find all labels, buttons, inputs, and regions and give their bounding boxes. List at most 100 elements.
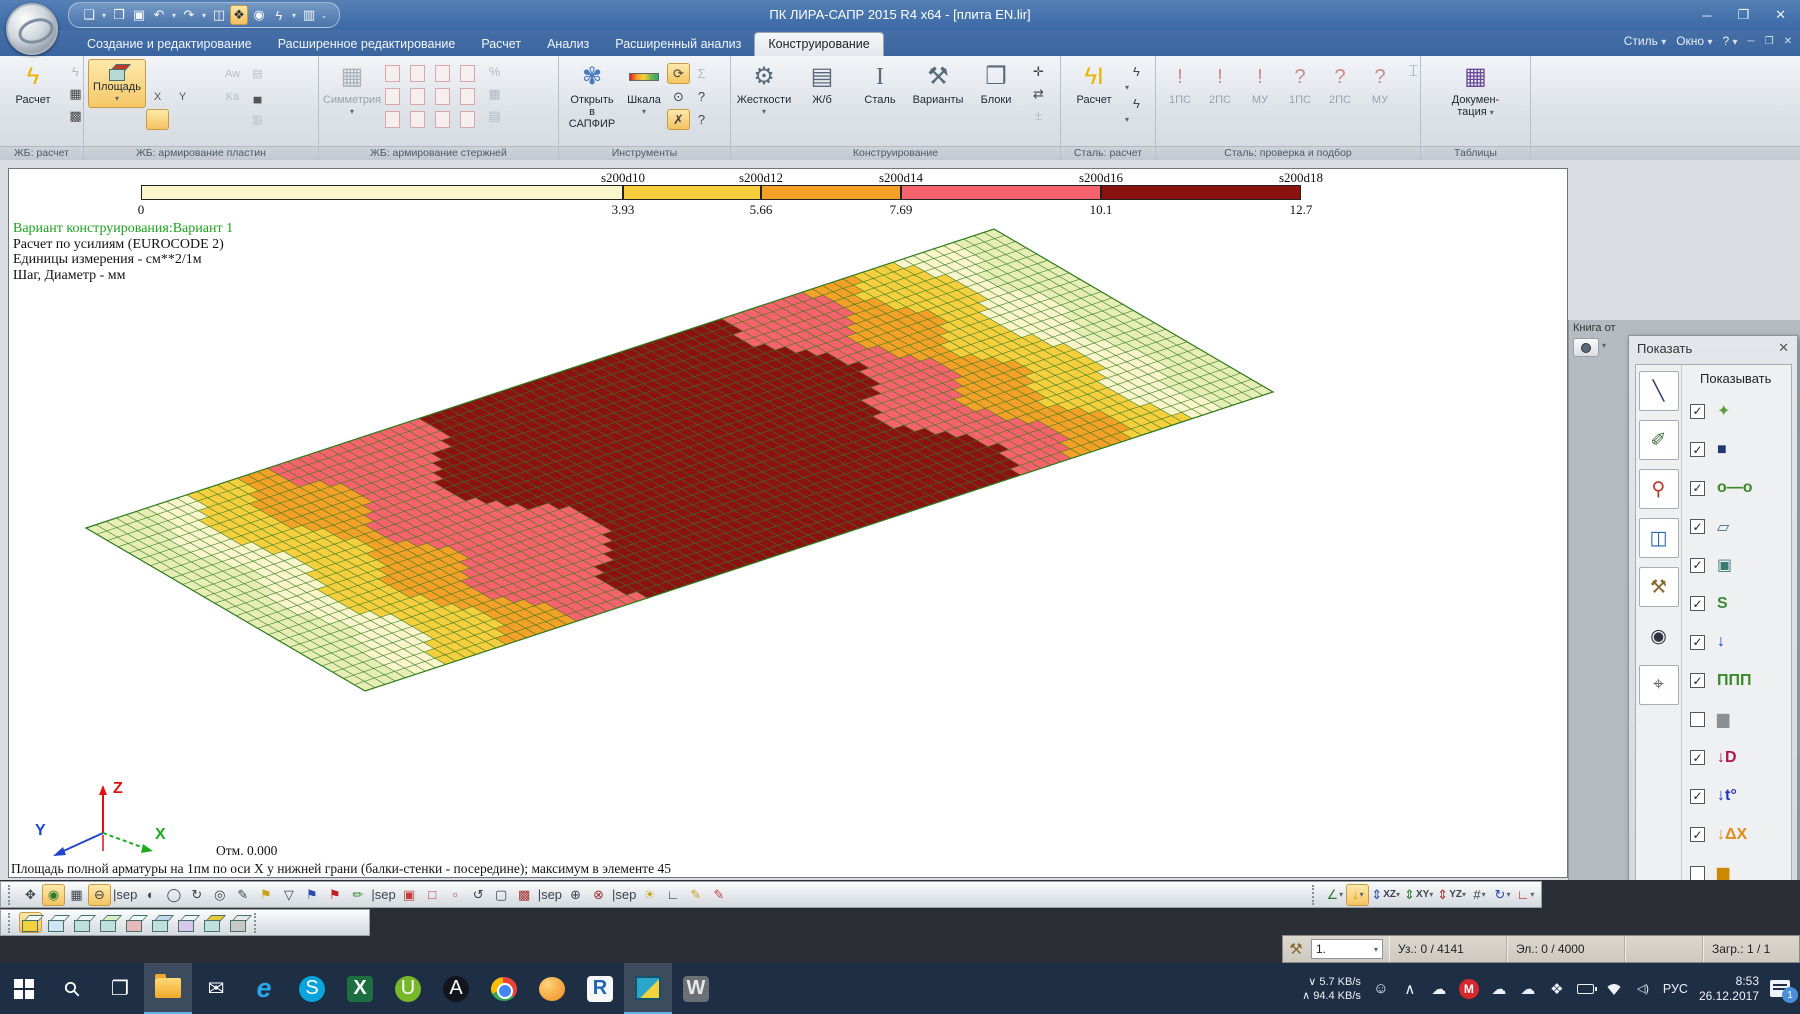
ribbon-tab[interactable]: Конструирование bbox=[754, 32, 883, 56]
filter-icon[interactable]: ▽ bbox=[277, 884, 300, 906]
polyline-view-icon[interactable]: ∠ ▾ bbox=[1323, 884, 1346, 906]
cube-frame-icon[interactable]: ▢ bbox=[490, 884, 513, 906]
bar-reinf-icon[interactable] bbox=[456, 86, 479, 107]
steel-calc-button[interactable]: ϟI Расчет bbox=[1065, 59, 1123, 109]
bar-reinf-icon[interactable] bbox=[406, 86, 429, 107]
show-loads[interactable]: ↓ bbox=[1690, 623, 1791, 662]
bar-reinf-icon[interactable] bbox=[431, 109, 454, 130]
steel-calc-all-icon[interactable]: ϟ bbox=[1125, 61, 1148, 82]
checkbox[interactable] bbox=[1690, 673, 1705, 688]
checkbox[interactable] bbox=[1690, 712, 1705, 727]
mesh-cube-icon[interactable] bbox=[196, 109, 219, 130]
zoom-out-icon[interactable]: ⊖ bbox=[88, 884, 111, 906]
cloud-upload-icon[interactable]: ☁ bbox=[1519, 980, 1537, 998]
sep[interactable]: |sep bbox=[111, 884, 139, 906]
list-icon[interactable]: ▤ bbox=[483, 105, 506, 126]
bar-reinf-icon[interactable] bbox=[406, 63, 429, 84]
rotate-scale-icon[interactable]: ⟳ bbox=[667, 63, 690, 84]
checkbox[interactable] bbox=[1690, 442, 1705, 457]
column-icon[interactable]: ▥ bbox=[246, 109, 269, 130]
calc-all-icon[interactable]: ϟ bbox=[64, 61, 87, 82]
show-nodes[interactable]: ✦ bbox=[1690, 392, 1791, 431]
steel-check-button[interactable]: ! 2ПС bbox=[1200, 59, 1240, 109]
select-ellipse-icon[interactable]: ◯ bbox=[162, 884, 185, 906]
chrome-browser[interactable] bbox=[480, 963, 528, 1014]
app-logo[interactable] bbox=[6, 3, 58, 55]
pencil-line-tool-icon[interactable]: ╲ bbox=[1639, 371, 1679, 411]
plate-mesh-result[interactable] bbox=[9, 169, 1569, 879]
symmetry-button[interactable]: ▦ Симметрия ▾ bbox=[323, 59, 381, 121]
bar-reinf-icon[interactable] bbox=[456, 109, 479, 130]
notification-center-icon[interactable]: 1 bbox=[1770, 980, 1790, 997]
bar-reinf-icon[interactable] bbox=[456, 63, 479, 84]
network-speed-indicator[interactable]: ∨ 5.7 KB/s ∧ 94.4 KB/s bbox=[1302, 975, 1361, 1003]
dropbox-icon[interactable]: ❖ bbox=[1548, 980, 1566, 998]
flag-blue-icon[interactable]: ⚑ bbox=[300, 884, 323, 906]
ka-icon[interactable]: Ka bbox=[221, 86, 244, 107]
draw-icon[interactable]: ✎ bbox=[231, 884, 254, 906]
ribbon-tab[interactable]: Анализ bbox=[534, 33, 602, 56]
proj-dim-icon[interactable] bbox=[201, 912, 224, 933]
camera-icon[interactable] bbox=[1573, 338, 1599, 357]
erase-icon[interactable]: ▤ bbox=[246, 63, 269, 84]
proj-iso-icon[interactable] bbox=[19, 912, 42, 933]
battery-icon[interactable] bbox=[1577, 984, 1594, 994]
query-node-icon[interactable]: ? bbox=[690, 109, 713, 130]
bar-reinf-icon[interactable] bbox=[406, 109, 429, 130]
task-view-button[interactable]: ❐ bbox=[96, 963, 144, 1014]
cube-red-icon[interactable]: ▩ bbox=[513, 884, 536, 906]
proj-3d-icon[interactable] bbox=[227, 912, 250, 933]
query-element-icon[interactable]: ? bbox=[690, 86, 713, 107]
move-node-icon[interactable]: ↓ ▾ bbox=[1346, 884, 1369, 906]
proj-back-icon[interactable] bbox=[71, 912, 94, 933]
scale-button[interactable]: Шкала ▾ bbox=[621, 59, 667, 121]
bar-reinf-icon[interactable] bbox=[381, 109, 404, 130]
language-indicator[interactable]: РУС bbox=[1663, 982, 1688, 996]
checkbox[interactable] bbox=[1690, 750, 1705, 765]
blocks-button[interactable]: ❒ Блоки bbox=[967, 59, 1025, 121]
mail-app[interactable]: ✉ bbox=[192, 963, 240, 1014]
percent-icon[interactable]: % bbox=[483, 61, 506, 82]
view-xy-icon[interactable]: ⇕ XY ▾ bbox=[1402, 884, 1435, 906]
help-menu[interactable]: ? ▾ bbox=[1722, 34, 1737, 48]
doc-close-button[interactable]: ✕ bbox=[1784, 36, 1792, 47]
target-icon[interactable]: ◎ bbox=[208, 884, 231, 906]
lira-sapr-app[interactable] bbox=[624, 963, 672, 1014]
wifi-icon[interactable] bbox=[1605, 984, 1623, 1004]
grid-icon[interactable]: # ▾ bbox=[1468, 884, 1491, 906]
variants-button[interactable]: ⚒ Варианты bbox=[909, 59, 967, 121]
show-solid-elements[interactable]: ■ bbox=[1690, 431, 1791, 470]
frame-delete-icon[interactable]: ▣ bbox=[398, 884, 421, 906]
frame-rotate-icon[interactable]: ↺ bbox=[467, 884, 490, 906]
aimp-app[interactable]: A bbox=[432, 963, 480, 1014]
show-weights[interactable]: ▆ bbox=[1690, 700, 1791, 739]
show-distributed-loads[interactable]: ППП bbox=[1690, 662, 1791, 701]
bar-reinf-icon[interactable] bbox=[431, 86, 454, 107]
eye-tool-icon[interactable]: ◉ bbox=[1639, 616, 1679, 656]
start-button[interactable] bbox=[0, 963, 48, 1014]
frame-small-icon[interactable]: ▫ bbox=[444, 884, 467, 906]
empty[interactable] bbox=[221, 109, 244, 130]
sep[interactable]: |sep bbox=[610, 884, 638, 906]
toolbar-handle[interactable] bbox=[254, 913, 261, 933]
rotate-view-icon[interactable]: ↻ bbox=[185, 884, 208, 906]
steel-check-button[interactable]: ! МУ bbox=[1240, 59, 1280, 109]
bar-reinf-icon[interactable] bbox=[381, 86, 404, 107]
toolbar-handle[interactable] bbox=[1312, 885, 1319, 905]
model-canvas[interactable]: s200d10s200d12s200d14s200d16s200d1803.93… bbox=[8, 168, 1568, 878]
checkbox[interactable] bbox=[1690, 558, 1705, 573]
variant-combo[interactable]: 1.▾ bbox=[1311, 939, 1383, 959]
local-axes-icon[interactable]: ∟ bbox=[661, 884, 684, 906]
checkbox[interactable] bbox=[1690, 596, 1705, 611]
lamp-tool-icon[interactable]: ⚲ bbox=[1639, 469, 1679, 509]
rc-calc-button[interactable]: ϟ Расчет bbox=[4, 59, 62, 109]
rebar-calc-icon[interactable]: ▩ bbox=[64, 105, 87, 126]
lower-rebar-cube-icon[interactable] bbox=[196, 63, 219, 84]
rc-button[interactable]: ▤ Ж/б bbox=[793, 59, 851, 121]
skype-app[interactable]: S bbox=[288, 963, 336, 1014]
area-button[interactable]: Площадь ▾ bbox=[88, 59, 146, 108]
zoom-cancel-icon[interactable]: ⊗ bbox=[587, 884, 610, 906]
remove-result-icon[interactable]: ✗ bbox=[667, 109, 690, 130]
dark-rebar-cube-icon[interactable] bbox=[171, 109, 194, 130]
doc-minimize-button[interactable]: ─ bbox=[1748, 36, 1755, 47]
